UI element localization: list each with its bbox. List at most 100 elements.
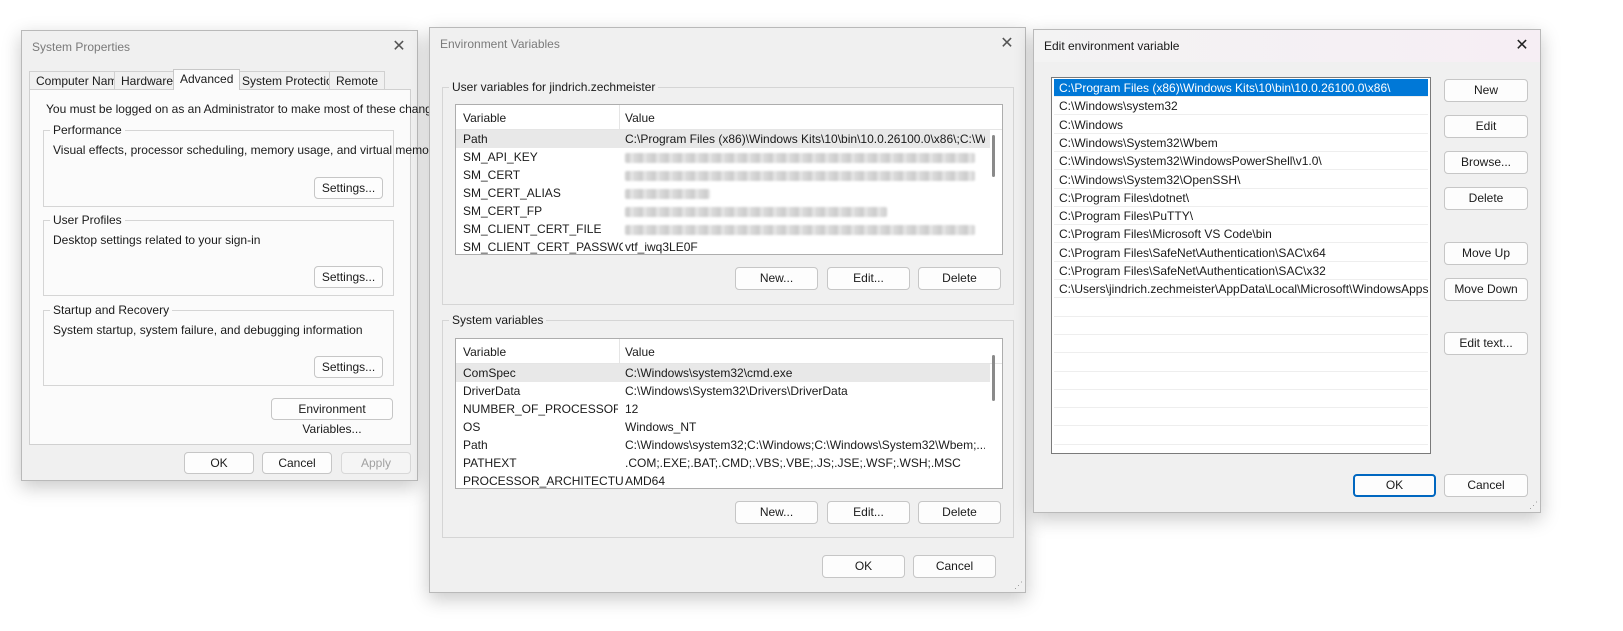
environment-variables-button[interactable]: Environment Variables... [271,398,393,436]
edit-text-button[interactable]: Edit text... [1444,332,1528,355]
performance-desc: Visual effects, processor scheduling, me… [53,143,439,157]
column-separator[interactable] [619,105,620,129]
table-row[interactable]: SM_CERT_FP [456,202,990,220]
scrollbar[interactable] [992,355,995,401]
ok-button[interactable]: OK [1353,474,1436,497]
path-entry-text: C:\Windows [1059,117,1124,132]
list-item[interactable]: C:\Windows [1054,116,1428,134]
delete-button[interactable]: Delete [1444,187,1528,210]
system-new-button[interactable]: New... [735,501,818,524]
performance-settings-button[interactable]: Settings... [314,177,383,199]
cancel-button[interactable]: Cancel [913,555,996,578]
system-delete-button[interactable]: Delete [918,501,1001,524]
user-profiles-label: User Profiles [50,213,125,227]
list-item[interactable]: C:\Program Files\PuTTY\ [1054,207,1428,226]
variable-name: OS [463,420,481,434]
variable-name: SM_CERT_ALIAS [463,186,561,200]
startup-recovery-desc: System startup, system failure, and debu… [53,323,363,337]
browse-button[interactable]: Browse... [1444,151,1528,174]
column-header-variable[interactable]: Variable [463,345,506,359]
ok-button[interactable]: OK [822,555,905,578]
table-row[interactable]: SM_CERT_ALIAS [456,184,990,202]
user-edit-button[interactable]: Edit... [827,267,910,290]
list-item[interactable] [1054,335,1428,354]
list-item[interactable]: C:\Windows\System32\OpenSSH\ [1054,171,1428,189]
path-entry-text: C:\Windows\system32 [1059,99,1178,114]
list-item[interactable]: C:\Program Files\SafeNet\Authentication\… [1054,262,1428,280]
new-button[interactable]: New [1444,79,1528,102]
variable-name: ComSpec [463,366,516,380]
list-item[interactable]: C:\Program Files (x86)\Windows Kits\10\b… [1054,79,1428,97]
list-item[interactable] [1054,354,1428,372]
user-variables-list[interactable]: Variable Value Path C:\Program Files (x8… [455,104,1003,255]
column-separator[interactable] [619,339,620,363]
resize-grip-icon[interactable]: ⋰ [1529,501,1538,510]
performance-label: Performance [50,123,125,137]
list-item[interactable] [1054,427,1428,445]
table-row[interactable]: SM_CLIENT_CERT_PASSWORD vtf_iwq3LE0F [456,238,990,254]
user-profiles-desc: Desktop settings related to your sign-in [53,233,261,247]
column-header-value[interactable]: Value [625,111,655,125]
close-icon[interactable]: ✕ [389,37,409,57]
list-item[interactable]: C:\Program Files\Microsoft VS Code\bin [1054,225,1428,244]
table-row[interactable]: PROCESSOR_ARCHITECTURE AMD64 [456,472,990,488]
list-item[interactable]: C:\Users\jindrich.zechmeister\AppData\Lo… [1054,280,1429,299]
table-row[interactable]: SM_CLIENT_CERT_FILE [456,220,990,238]
column-header-variable[interactable]: Variable [463,111,506,125]
user-variables-label: User variables for jindrich.zechmeister [449,80,659,94]
variable-name: SM_CERT_FP [463,204,543,218]
list-item[interactable] [1054,390,1428,409]
ok-button[interactable]: OK [184,452,254,474]
user-new-button[interactable]: New... [735,267,818,290]
table-row[interactable]: DriverData C:\Windows\System32\Drivers\D… [456,382,990,400]
list-item[interactable] [1054,372,1428,390]
tab-hardware[interactable]: Hardware [114,71,181,89]
list-item[interactable]: C:\Program Files\dotnet\ [1054,189,1428,207]
cancel-button[interactable]: Cancel [262,452,332,474]
path-entry-text: C:\Users\jindrich.zechmeister\AppData\Lo… [1059,282,1429,297]
variable-name: SM_CERT [463,168,521,182]
system-variables-list[interactable]: Variable Value ComSpec C:\Windows\system… [455,338,1003,489]
list-item[interactable] [1054,408,1428,427]
variable-name: NUMBER_OF_PROCESSORS [463,402,618,416]
list-item[interactable] [1054,299,1428,317]
startup-settings-button[interactable]: Settings... [314,356,383,378]
table-row[interactable]: Path C:\Program Files (x86)\Windows Kits… [456,130,990,148]
path-entry-text: C:\Program Files\dotnet\ [1059,190,1190,205]
table-row[interactable]: SM_API_KEY [456,148,990,166]
path-entry-text: C:\Program Files\SafeNet\Authentication\… [1059,245,1326,260]
tab-advanced[interactable]: Advanced [173,69,241,90]
table-row[interactable]: ComSpec C:\Windows\system32\cmd.exe [456,364,990,382]
column-header-value[interactable]: Value [625,345,655,359]
user-delete-button[interactable]: Delete [918,267,1001,290]
close-icon[interactable]: ✕ [997,34,1017,54]
close-icon[interactable]: ✕ [1512,36,1532,56]
list-item[interactable] [1054,317,1428,335]
list-item[interactable]: C:\Windows\System32\WindowsPowerShell\v1… [1054,152,1428,171]
list-item[interactable]: C:\Windows\System32\Wbem [1054,134,1428,152]
system-properties-titlebar[interactable]: System Properties ✕ [22,31,417,63]
path-entries-list[interactable]: C:\Program Files (x86)\Windows Kits\10\b… [1051,77,1431,454]
variable-value: .COM;.EXE;.BAT;.CMD;.VBS;.VBE;.JS;.JSE;.… [625,456,961,470]
performance-group: Performance Visual effects, processor sc… [43,123,439,207]
tab-remote[interactable]: Remote [329,71,386,89]
table-row[interactable]: NUMBER_OF_PROCESSORS 12 [456,400,990,418]
move-down-button[interactable]: Move Down [1444,278,1528,301]
environment-variables-titlebar[interactable]: Environment Variables ✕ [430,28,1025,60]
table-row[interactable]: Path C:\Windows\system32;C:\Windows;C:\W… [456,436,990,454]
table-row[interactable]: PATHEXT .COM;.EXE;.BAT;.CMD;.VBS;.VBE;.J… [456,454,990,472]
cancel-button[interactable]: Cancel [1444,474,1528,497]
apply-button[interactable]: Apply [341,452,411,474]
list-item[interactable]: C:\Program Files\SafeNet\Authentication\… [1054,244,1428,262]
path-entry-text: C:\Program Files\Microsoft VS Code\bin [1059,227,1272,242]
scrollbar[interactable] [992,135,995,177]
list-item[interactable]: C:\Windows\system32 [1054,97,1428,116]
edit-env-titlebar[interactable]: Edit environment variable ✕ [1034,30,1540,62]
user-profiles-settings-button[interactable]: Settings... [314,266,383,288]
table-row[interactable]: SM_CERT [456,166,990,184]
resize-grip-icon[interactable]: ⋰ [1014,581,1023,590]
table-row[interactable]: OS Windows_NT [456,418,990,436]
system-edit-button[interactable]: Edit... [827,501,910,524]
edit-button[interactable]: Edit [1444,115,1528,138]
move-up-button[interactable]: Move Up [1444,242,1528,265]
